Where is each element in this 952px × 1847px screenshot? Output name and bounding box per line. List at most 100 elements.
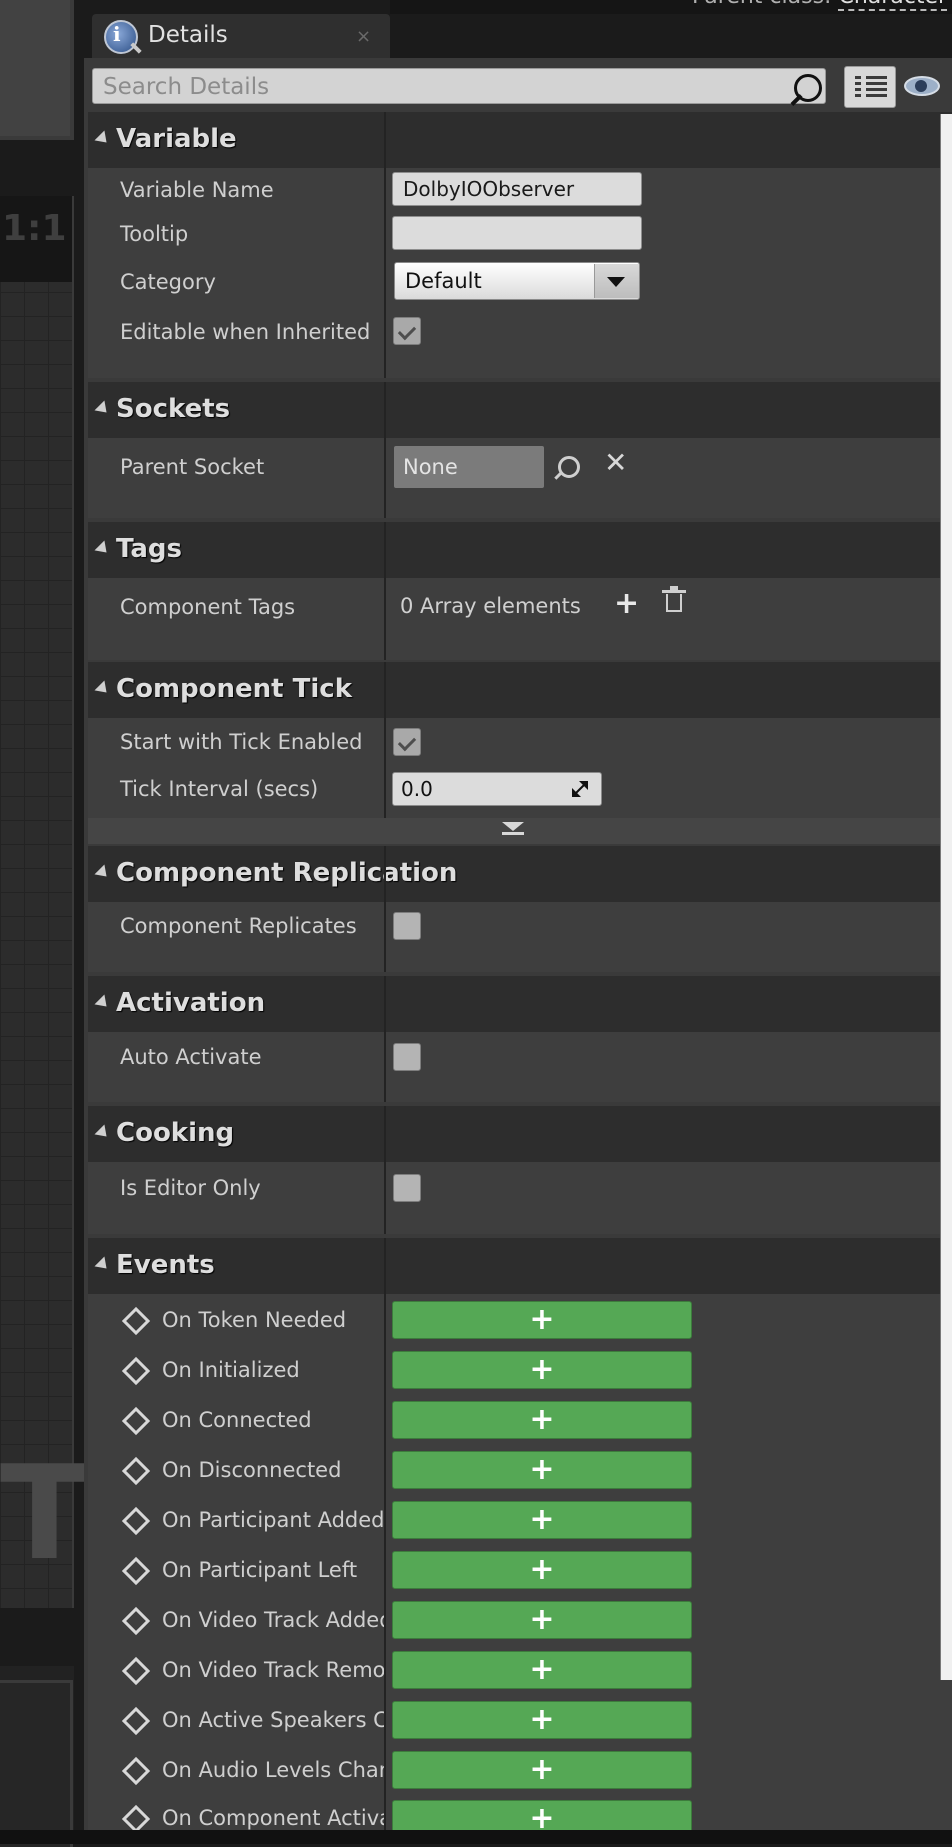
plus-icon: +: [529, 1552, 555, 1587]
add-event-button[interactable]: +: [392, 1301, 692, 1339]
search-input[interactable]: [101, 69, 785, 105]
collapse-triangle-icon[interactable]: [94, 1124, 112, 1142]
add-event-button[interactable]: +: [392, 1601, 692, 1639]
event-label: On Audio Levels Changed: [162, 1758, 384, 1782]
tab-details-label: Details: [148, 22, 228, 48]
column-divider[interactable]: [384, 1238, 386, 1830]
clear-socket-icon[interactable]: ✕: [604, 446, 627, 479]
event-label: On Participant Added: [162, 1508, 384, 1532]
add-event-button[interactable]: +: [392, 1501, 692, 1539]
start-tick-label: Start with Tick Enabled: [120, 730, 363, 754]
category-cooking[interactable]: Cooking: [88, 1106, 952, 1162]
column-divider[interactable]: [384, 662, 386, 818]
parent-class-label: Parent class:: [692, 0, 831, 9]
checkmark-icon: [397, 321, 417, 341]
category-label: Category: [120, 270, 216, 294]
plus-icon: +: [529, 1402, 555, 1437]
plus-icon: +: [529, 1602, 555, 1637]
tags-body: [88, 578, 952, 660]
category-events[interactable]: Events: [88, 1238, 952, 1294]
add-element-icon[interactable]: +: [614, 586, 639, 621]
category-title: Cooking: [116, 1118, 235, 1148]
trash-icon[interactable]: [666, 594, 682, 612]
add-event-button[interactable]: +: [392, 1751, 692, 1789]
collapse-triangle-icon[interactable]: [94, 130, 112, 148]
column-divider[interactable]: [384, 1106, 386, 1234]
editable-inherited-label: Editable when Inherited: [120, 320, 371, 344]
plus-icon: +: [529, 1702, 555, 1737]
add-event-button[interactable]: +: [392, 1451, 692, 1489]
trash-icon-lid: [662, 590, 686, 593]
tick-interval-label: Tick Interval (secs): [120, 777, 319, 801]
column-divider[interactable]: [384, 382, 386, 518]
viewport-ratio-label: 1:1: [2, 208, 67, 249]
column-divider[interactable]: [384, 846, 386, 972]
category-title: Sockets: [116, 394, 231, 424]
add-event-button[interactable]: +: [392, 1551, 692, 1589]
category-title: Variable: [116, 124, 237, 154]
tooltip-label: Tooltip: [120, 222, 189, 246]
add-event-button[interactable]: +: [392, 1701, 692, 1739]
tooltip-input[interactable]: [392, 216, 642, 250]
category-title: Component Replication: [116, 858, 458, 888]
event-label: On Active Speakers Changed: [162, 1708, 384, 1732]
collapse-triangle-icon[interactable]: [94, 994, 112, 1012]
event-label: On Participant Left: [162, 1558, 358, 1582]
collapse-triangle-icon[interactable]: [94, 1256, 112, 1274]
auto-activate-checkbox[interactable]: [393, 1043, 421, 1071]
add-event-button[interactable]: +: [392, 1351, 692, 1389]
event-label: On Video Track Added: [162, 1608, 384, 1632]
category-variable[interactable]: Variable: [88, 112, 952, 168]
tab-close-icon[interactable]: ×: [356, 26, 371, 47]
component-tags-count: 0 Array elements: [400, 594, 581, 618]
category-title: Tags: [116, 534, 183, 564]
eye-pupil-icon: [915, 80, 927, 92]
category-sockets[interactable]: Sockets: [88, 382, 952, 438]
view-options-button[interactable]: [844, 66, 896, 108]
column-divider[interactable]: [384, 522, 386, 660]
collapse-triangle-icon[interactable]: [94, 680, 112, 698]
add-event-button[interactable]: +: [392, 1401, 692, 1439]
event-label: On Video Track Removed: [162, 1658, 384, 1682]
spin-drag-icon[interactable]: [572, 781, 588, 797]
parent-socket-label: Parent Socket: [120, 455, 265, 479]
event-label: On Disconnected: [162, 1458, 342, 1482]
search-details-field[interactable]: [92, 68, 826, 105]
component-replicates-checkbox[interactable]: [393, 912, 421, 940]
parent-class-link[interactable]: Character: [838, 0, 948, 11]
collapse-triangle-icon[interactable]: [94, 540, 112, 558]
chevron-down-icon: [607, 277, 625, 287]
category-tags[interactable]: Tags: [88, 522, 952, 578]
expand-advanced-icon[interactable]: [502, 822, 524, 831]
variable-name-input[interactable]: DolbyIOObserver: [392, 172, 642, 206]
component-tags-label: Component Tags: [120, 595, 296, 619]
editor-only-checkbox[interactable]: [393, 1174, 421, 1202]
collapse-triangle-icon[interactable]: [94, 864, 112, 882]
details-scrollbar[interactable]: [940, 114, 952, 1680]
editable-inherited-checkbox[interactable]: [393, 317, 421, 345]
expand-advanced-icon-bar: [502, 832, 524, 835]
start-tick-checkbox[interactable]: [393, 728, 421, 756]
event-label: On Component Activated: [162, 1806, 384, 1830]
viewport-watermark-letter: T: [0, 1437, 89, 1589]
category-component-tick[interactable]: Component Tick: [88, 662, 952, 718]
parent-socket-value[interactable]: None: [394, 446, 544, 488]
component-replicates-label: Component Replicates: [120, 914, 357, 938]
event-label: On Connected: [162, 1408, 312, 1432]
column-divider[interactable]: [384, 112, 386, 378]
plus-icon: +: [529, 1502, 555, 1537]
viewport-bottom-panel: [0, 1666, 74, 1847]
auto-activate-label: Auto Activate: [120, 1045, 262, 1069]
checkmark-icon: [397, 732, 417, 752]
category-activation[interactable]: Activation: [88, 976, 952, 1032]
category-component-replication[interactable]: Component Replication: [88, 846, 952, 902]
plus-icon: +: [529, 1302, 555, 1337]
add-event-button[interactable]: +: [392, 1651, 692, 1689]
viewport-top-panel: [0, 0, 74, 140]
column-divider[interactable]: [384, 976, 386, 1102]
collapse-triangle-icon[interactable]: [94, 400, 112, 418]
viewport-grid[interactable]: [0, 196, 74, 1608]
info-icon-glyph: i: [113, 22, 121, 46]
tick-interval-input[interactable]: 0.0: [392, 772, 602, 806]
event-label: On Token Needed: [162, 1308, 347, 1332]
